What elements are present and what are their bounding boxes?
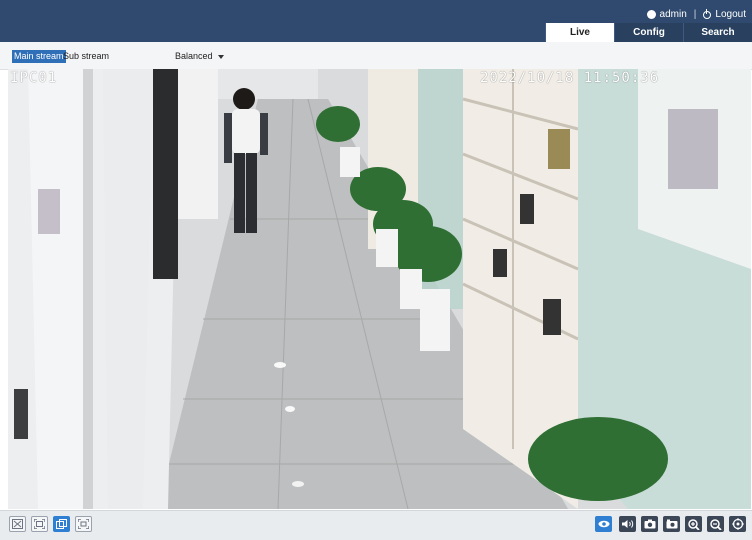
sub-stream-button[interactable]: Sub stream bbox=[63, 50, 109, 63]
tab-config[interactable]: Config bbox=[614, 23, 683, 42]
zoom-out-icon[interactable] bbox=[707, 516, 724, 532]
audio-icon[interactable] bbox=[619, 516, 636, 532]
separator: | bbox=[693, 9, 697, 20]
top-header: admin | Logout Live Config Search bbox=[0, 0, 752, 42]
camera-name-overlay: IPC01 bbox=[10, 70, 58, 86]
quality-value: Balanced bbox=[175, 51, 213, 61]
username: admin bbox=[659, 9, 687, 20]
stream-bar: Main stream Sub stream Balanced bbox=[0, 42, 752, 70]
camera-scene bbox=[8, 69, 751, 509]
chevron-down-icon bbox=[217, 54, 224, 59]
logout-icon[interactable] bbox=[703, 8, 712, 19]
live-view-icon[interactable] bbox=[595, 516, 612, 532]
tab-live[interactable]: Live bbox=[545, 23, 614, 42]
record-icon[interactable] bbox=[663, 516, 680, 532]
user-icon bbox=[646, 10, 656, 19]
snapshot-icon[interactable] bbox=[641, 516, 658, 532]
user-area: admin | Logout bbox=[646, 8, 746, 20]
live-video[interactable]: IPC01 2022/10/18 11:50:36 bbox=[8, 69, 751, 509]
fullscreen-icon[interactable] bbox=[75, 516, 92, 532]
logout-link[interactable]: Logout bbox=[715, 9, 746, 20]
timestamp-overlay: 2022/10/18 11:50:36 bbox=[480, 70, 660, 86]
stretch-icon[interactable] bbox=[53, 516, 70, 532]
tab-search[interactable]: Search bbox=[683, 23, 752, 42]
main-tabs: Live Config Search bbox=[545, 23, 752, 42]
main-stream-button[interactable]: Main stream bbox=[12, 50, 66, 63]
original-scale-icon[interactable] bbox=[9, 516, 26, 532]
ptz-icon[interactable] bbox=[729, 516, 746, 532]
fit-window-icon[interactable] bbox=[31, 516, 48, 532]
video-toolbar bbox=[0, 510, 752, 540]
quality-select[interactable]: Balanced bbox=[175, 50, 224, 63]
zoom-in-icon[interactable] bbox=[685, 516, 702, 532]
